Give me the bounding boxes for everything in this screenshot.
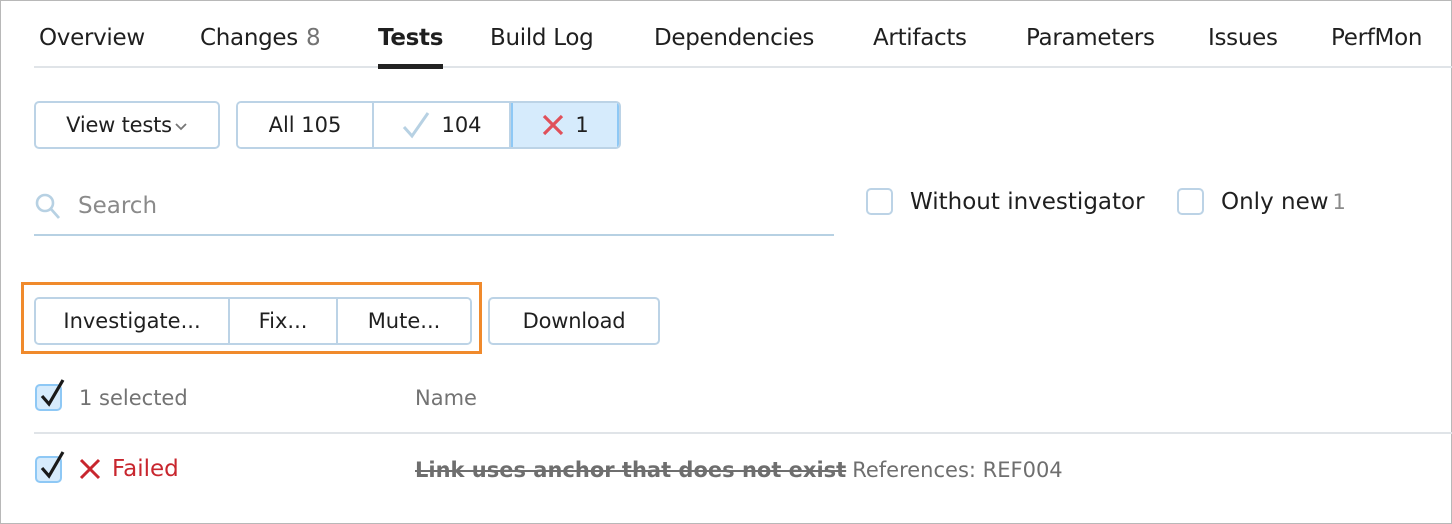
tab-tests[interactable]: Tests xyxy=(378,22,444,69)
tab-label: Parameters xyxy=(1026,25,1155,51)
view-tests-label: View tests xyxy=(66,113,172,137)
fix-button[interactable]: Fix... xyxy=(230,299,338,343)
changes-count-badge: 8 xyxy=(305,25,321,51)
tab-label: Overview xyxy=(39,25,145,51)
tab-build-log[interactable]: Build Log xyxy=(490,22,594,54)
tab-issues[interactable]: Issues xyxy=(1208,22,1278,54)
table-row[interactable]: Failed Link uses anchor that does not ex… xyxy=(34,446,1452,502)
fix-label: Fix... xyxy=(258,309,308,333)
filter-passed-button[interactable]: 104 xyxy=(374,103,511,147)
tab-label: Dependencies xyxy=(654,25,815,51)
x-icon xyxy=(543,114,564,136)
view-tests-dropdown[interactable]: View tests xyxy=(34,101,220,149)
x-icon xyxy=(79,458,101,480)
tab-label: Tests xyxy=(378,25,444,51)
filter-all-label: All 105 xyxy=(268,113,342,137)
action-button-group: Investigate... Fix... Mute... xyxy=(34,297,472,345)
tab-artifacts[interactable]: Artifacts xyxy=(873,22,967,54)
checkbox-box[interactable] xyxy=(866,188,893,215)
row-checkbox[interactable] xyxy=(35,451,65,483)
tab-parameters[interactable]: Parameters xyxy=(1026,22,1155,54)
test-references: References: REF004 xyxy=(852,458,1063,482)
checkmark-icon xyxy=(40,379,65,407)
checkmark-icon xyxy=(403,112,430,139)
search-icon xyxy=(35,193,61,219)
tab-changes[interactable]: Changes 8 xyxy=(200,22,321,54)
download-label: Download xyxy=(522,309,626,333)
tab-perfmon[interactable]: PerfMon xyxy=(1331,22,1422,54)
failed-count: 1 xyxy=(575,113,589,137)
test-name: Link uses anchor that does not exist xyxy=(415,458,847,482)
filter-all-button[interactable]: All 105 xyxy=(238,103,374,147)
tab-bar: Overview Changes 8 Tests Build Log Depend… xyxy=(34,0,1452,69)
selected-count: 1 selected xyxy=(79,386,188,410)
search-field xyxy=(34,180,834,236)
tab-dependencies[interactable]: Dependencies xyxy=(654,22,814,54)
mute-label: Mute... xyxy=(367,309,441,333)
tab-label: Issues xyxy=(1208,25,1278,51)
passed-count: 104 xyxy=(441,113,482,137)
select-all-checkbox[interactable] xyxy=(35,379,65,411)
checkmark-icon xyxy=(40,451,65,479)
table-header: 1 selected Name xyxy=(34,378,1452,434)
without-investigator-checkbox[interactable]: Without investigator xyxy=(866,188,1145,215)
only-new-count: 1 xyxy=(1332,189,1346,214)
tab-label: Build Log xyxy=(490,25,594,51)
tab-overview[interactable]: Overview xyxy=(39,22,145,54)
checkbox-box[interactable] xyxy=(1177,188,1204,215)
investigate-button[interactable]: Investigate... xyxy=(36,299,230,343)
tab-label: Artifacts xyxy=(873,25,967,51)
only-new-checkbox[interactable]: Only new 1 xyxy=(1177,188,1346,215)
tab-label: PerfMon xyxy=(1331,25,1423,51)
mute-button[interactable]: Mute... xyxy=(338,299,470,343)
without-investigator-label: Without investigator xyxy=(910,188,1145,215)
investigate-label: Investigate... xyxy=(63,309,201,333)
chevron-down-icon xyxy=(175,123,187,131)
test-name-link[interactable]: Link uses anchor that does not exist Refe… xyxy=(415,458,1063,482)
only-new-label: Only new xyxy=(1221,188,1329,215)
status-filter-group: All 105 104 1 xyxy=(236,101,621,149)
filter-failed-button[interactable]: 1 xyxy=(511,103,619,147)
column-header-name[interactable]: Name xyxy=(415,386,477,410)
status-text: Failed xyxy=(112,456,179,482)
status-badge: Failed xyxy=(78,456,179,482)
tab-label: Changes xyxy=(200,25,298,51)
download-button[interactable]: Download xyxy=(488,297,660,345)
search-input[interactable] xyxy=(78,186,818,226)
